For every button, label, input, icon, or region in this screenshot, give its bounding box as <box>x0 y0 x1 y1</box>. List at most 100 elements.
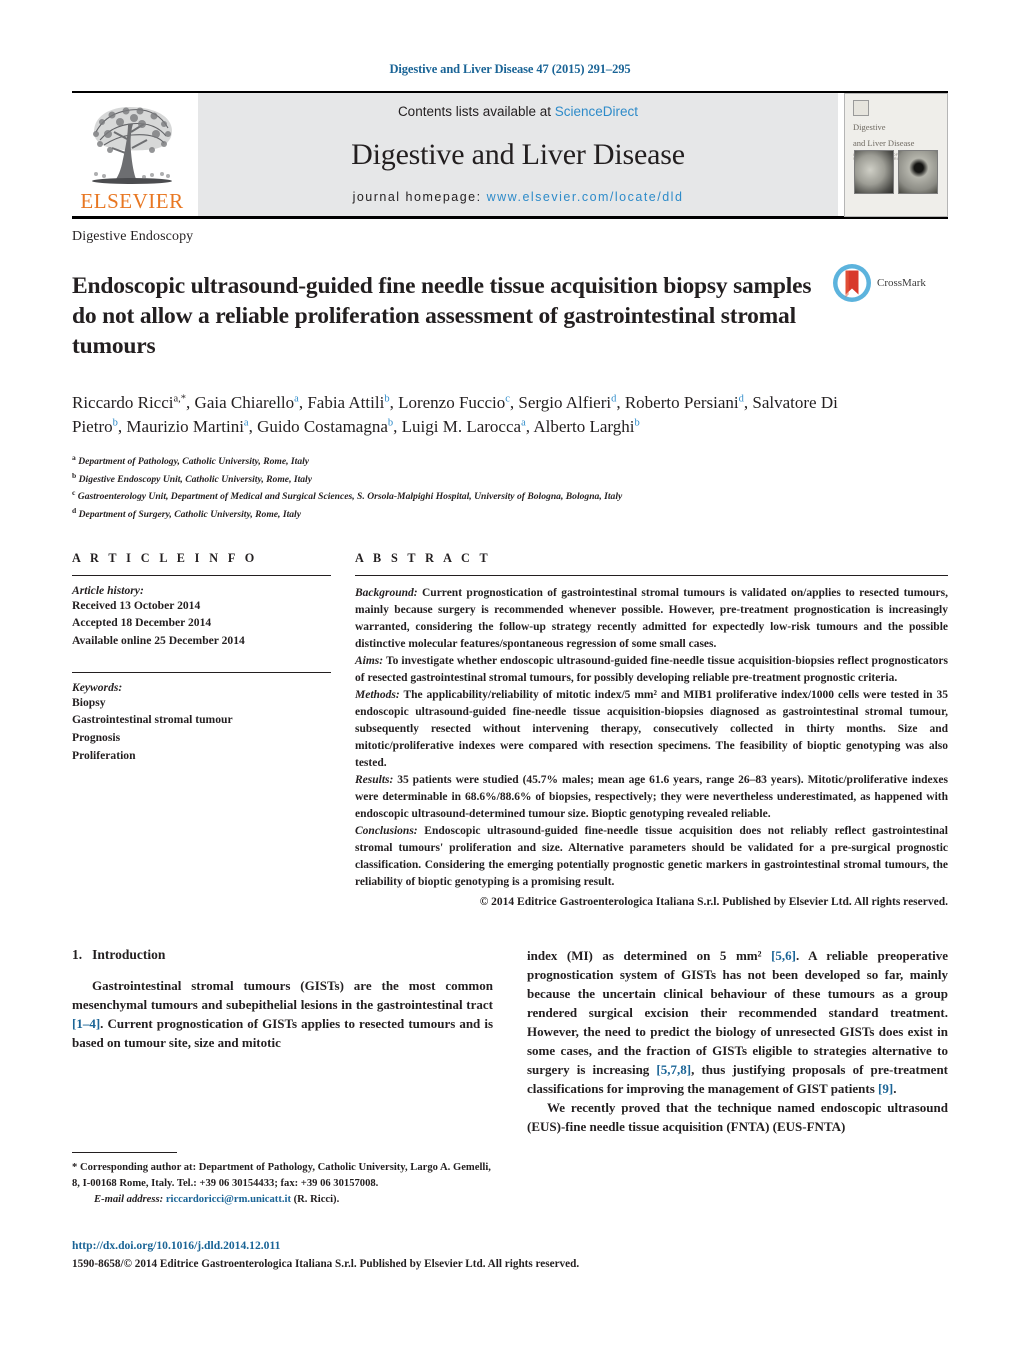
footnote-email-link[interactable]: riccardoricci@rm.unicatt.it <box>166 1194 291 1205</box>
keyword-item: Gastrointestinal stromal tumour <box>72 713 233 727</box>
affiliation-text: Department of Surgery, Catholic Universi… <box>76 509 301 521</box>
author-affiliation-mark: b <box>112 417 118 429</box>
crossmark-badge[interactable]: CrossMark <box>832 263 926 303</box>
author-name: Guido Costamagna <box>257 417 388 437</box>
article-history-lines: Received 13 October 2014 Accepted 18 Dece… <box>72 597 331 650</box>
intro-right-text-a: index (MI) as determined on 5 mm² <box>527 948 772 964</box>
author-name: Gaia Chiarello <box>194 392 295 412</box>
crossmark-label: CrossMark <box>877 277 926 289</box>
citation-ref-5-7-8[interactable]: [5,7,8] <box>656 1062 691 1077</box>
author-affiliation-mark: b <box>387 417 394 429</box>
keyword-item: Proliferation <box>72 748 136 762</box>
citation-ref-5-6[interactable]: [5,6] <box>771 948 796 963</box>
cover-image-left <box>854 149 894 194</box>
title-row: Endoscopic ultrasound-guided fine needle… <box>72 255 948 377</box>
author-affiliation-mark: c <box>505 393 510 405</box>
keyword-item: Prognosis <box>72 730 121 744</box>
abstract-body: Background: Current prognostication of g… <box>355 585 948 891</box>
abstract-section-label: Aims: <box>355 654 384 667</box>
article-info-rule-mid <box>72 671 331 673</box>
footnote-address: * Corresponding author at: Department of… <box>72 1160 497 1192</box>
footnote-email-suffix: (R. Ricci). <box>290 1193 340 1205</box>
masthead-bottom-rule <box>72 216 948 219</box>
abstract-section-text: Current prognostication of gastrointesti… <box>355 586 948 650</box>
cover-images <box>854 149 938 194</box>
affiliation-line: a Department of Pathology, Catholic Univ… <box>72 452 948 470</box>
sciencedirect-link[interactable]: ScienceDirect <box>555 104 638 119</box>
affiliation-line: c Gastroenterology Unit, Department of M… <box>72 487 948 505</box>
footnote-address-text: Corresponding author at: Department of P… <box>72 1162 491 1189</box>
citation-ref-9[interactable]: [9] <box>878 1081 893 1096</box>
contents-prefix: Contents lists available at <box>397 104 555 119</box>
abstract-section-label: Results: <box>355 774 394 787</box>
intro-right-text-d: . <box>893 1081 897 1097</box>
intro-left-text-b: . Current prognostication of GISTs appli… <box>72 1016 493 1051</box>
affiliation-line: d Department of Surgery, Catholic Univer… <box>72 505 948 523</box>
article-page: Digestive and Liver Disease 47 (2015) 29… <box>0 0 1020 1351</box>
article-info-heading: A R T I C L E I N F O <box>72 550 258 565</box>
abstract-heading: A B S T R A C T <box>355 550 492 565</box>
journal-masthead: ELSEVIER Contents lists available at Sci… <box>72 91 948 217</box>
contents-list-line: Contents lists available at ScienceDirec… <box>398 104 638 119</box>
author-name: Maurizio Martini <box>126 417 244 437</box>
article-history-item: Accepted 18 December 2014 <box>72 616 212 630</box>
journal-section-label: Digestive Endoscopy <box>72 229 194 244</box>
cover-publisher-mark-icon <box>853 99 869 116</box>
author-affiliation-mark: b <box>634 417 640 429</box>
article-history-item: Available online 25 December 2014 <box>72 634 245 648</box>
abstract-section: Methods: The applicability/reliability o… <box>355 687 948 772</box>
introduction-paragraph-right-2: We recently proved that the technique na… <box>527 1100 948 1135</box>
introduction-paragraph-right: index (MI) as determined on 5 mm² [5,6].… <box>527 947 948 1099</box>
abstract-section: Aims: To investigate whether endoscopic … <box>355 653 948 687</box>
homepage-prefix: journal homepage: <box>352 190 487 204</box>
abstract-section-text: 35 patients were studied (45.7% males; m… <box>355 774 948 821</box>
doi-block: http://dx.doi.org/10.1016/j.dld.2014.12.… <box>72 1238 592 1272</box>
journal-cover-thumbnail: Digestive and Liver Disease OFFICIAL JOU… <box>844 92 948 217</box>
introduction-paragraph-left: Gastrointestinal stromal tumours (GISTs)… <box>72 977 493 1053</box>
author-affiliation-mark: d <box>611 393 617 405</box>
journal-homepage-line: journal homepage: www.elsevier.com/locat… <box>353 190 684 204</box>
cover-title-line2: and Liver Disease <box>853 138 915 149</box>
article-info-column: A R T I C L E I N F O Article history: R… <box>72 551 331 912</box>
cover-title-line1: Digestive <box>853 121 886 132</box>
doi-link[interactable]: http://dx.doi.org/10.1016/j.dld.2014.12.… <box>72 1238 592 1255</box>
footnote-email-label: E-mail address: <box>94 1193 164 1205</box>
affiliation-line: b Digestive Endoscopy Unit, Catholic Uni… <box>72 470 948 488</box>
elsevier-wordmark: ELSEVIER <box>80 189 184 213</box>
keywords-title: Keywords: <box>72 680 123 694</box>
intro-right-text-b: . A reliable preoperative prognosticatio… <box>527 948 948 1078</box>
keywords-block: Keywords: Biopsy Gastrointestinal stromal… <box>72 681 331 764</box>
running-head: Digestive and Liver Disease 47 (2015) 29… <box>389 62 631 76</box>
introduction-heading: 1. Introduction <box>72 947 493 963</box>
abstract-section-label: Background: <box>355 586 418 599</box>
author-affiliation-mark: a,* <box>173 393 187 405</box>
corresponding-author-footnote: * Corresponding author at: Department of… <box>72 1152 497 1208</box>
article-info-rule-top <box>72 574 331 576</box>
footnote-email-line: E-mail address: riccardoricci@rm.unicatt… <box>72 1192 497 1208</box>
body-column-right: index (MI) as determined on 5 mm² [5,6].… <box>527 947 948 1137</box>
abstract-section: Conclusions: Endoscopic ultrasound-guide… <box>355 823 948 891</box>
abstract-section: Background: Current prognostication of g… <box>355 585 948 653</box>
author-affiliation-mark: b <box>384 393 390 405</box>
author-name: Fabia Attili <box>307 392 385 412</box>
journal-homepage-link[interactable]: www.elsevier.com/locate/dld <box>487 190 684 204</box>
abstract-rule-top <box>355 574 948 576</box>
abstract-column: A B S T R A C T Background: Current prog… <box>355 551 948 912</box>
abstract-section-text: To investigate whether endoscopic ultras… <box>355 654 948 684</box>
journal-title: Digestive and Liver Disease <box>351 137 685 171</box>
citation-ref-1-4[interactable]: [1–4] <box>72 1016 100 1031</box>
introduction-number: 1. <box>72 947 83 963</box>
author-list: Riccardo Riccia,*, Gaia Chiarelloa, Fabi… <box>72 392 838 437</box>
affiliation-text: Digestive Endoscopy Unit, Catholic Unive… <box>76 473 312 485</box>
author-affiliation-mark: a <box>294 393 299 405</box>
affiliation-text: Gastroenterology Unit, Department of Med… <box>75 491 623 503</box>
affiliation-list: a Department of Pathology, Catholic Univ… <box>72 452 948 523</box>
author-name: Sergio Alfieri <box>518 392 612 412</box>
abstract-section-label: Methods: <box>355 688 400 701</box>
affiliation-text: Department of Pathology, Catholic Univer… <box>75 456 310 468</box>
author-affiliation-mark: a <box>521 417 526 429</box>
issn-copyright-line: 1590-8658/© 2014 Editrice Gastroenterolo… <box>72 1257 580 1270</box>
crossmark-icon <box>833 264 871 302</box>
masthead-center-panel: Contents lists available at ScienceDirec… <box>198 93 838 216</box>
